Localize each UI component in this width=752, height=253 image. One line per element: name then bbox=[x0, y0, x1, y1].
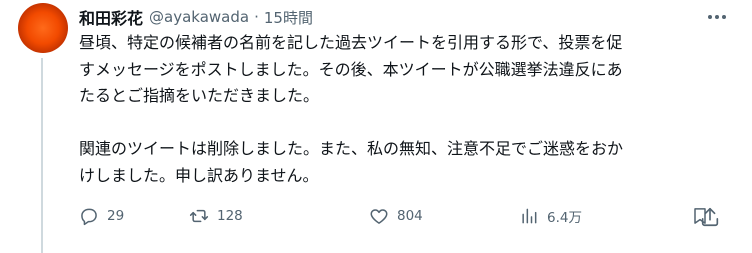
tweet-timestamp[interactable]: 15時間 bbox=[264, 7, 313, 28]
author-display-name[interactable]: 和田彩花 bbox=[79, 5, 143, 29]
author-handle[interactable]: @ayakawada bbox=[149, 8, 249, 26]
retweet-button[interactable]: 128 bbox=[189, 204, 243, 228]
view-count: 6.4万 bbox=[547, 210, 582, 226]
views-icon bbox=[522, 208, 537, 224]
tweet-header: 和田彩花 @ayakawada · 15時間 bbox=[79, 5, 313, 29]
header-separator: · bbox=[254, 8, 259, 26]
share-icon bbox=[701, 207, 719, 227]
views-button[interactable]: 6.4万 bbox=[519, 204, 582, 228]
tweet-actions: 29 128 804 6.4万 bbox=[79, 204, 729, 228]
avatar[interactable] bbox=[18, 3, 68, 53]
share-button-wrapper[interactable] bbox=[699, 206, 721, 228]
more-options-button[interactable] bbox=[706, 9, 728, 25]
retweet-icon bbox=[189, 209, 209, 223]
tweet-card[interactable]: 和田彩花 @ayakawada · 15時間 昼頃、特定の候補者の名前を記した過… bbox=[0, 0, 752, 253]
like-count: 804 bbox=[397, 208, 423, 224]
like-button[interactable]: 804 bbox=[369, 204, 423, 228]
more-icon bbox=[708, 15, 726, 19]
reply-button[interactable]: 29 bbox=[79, 204, 124, 228]
reply-count: 29 bbox=[107, 208, 125, 224]
tweet-text: 昼頃、特定の候補者の名前を記した過去ツイートを引用する形で、投票を促 すメッセー… bbox=[79, 33, 624, 185]
retweet-count: 128 bbox=[217, 208, 243, 224]
like-icon bbox=[370, 209, 388, 224]
thread-line bbox=[41, 58, 43, 253]
reply-icon bbox=[81, 208, 97, 226]
